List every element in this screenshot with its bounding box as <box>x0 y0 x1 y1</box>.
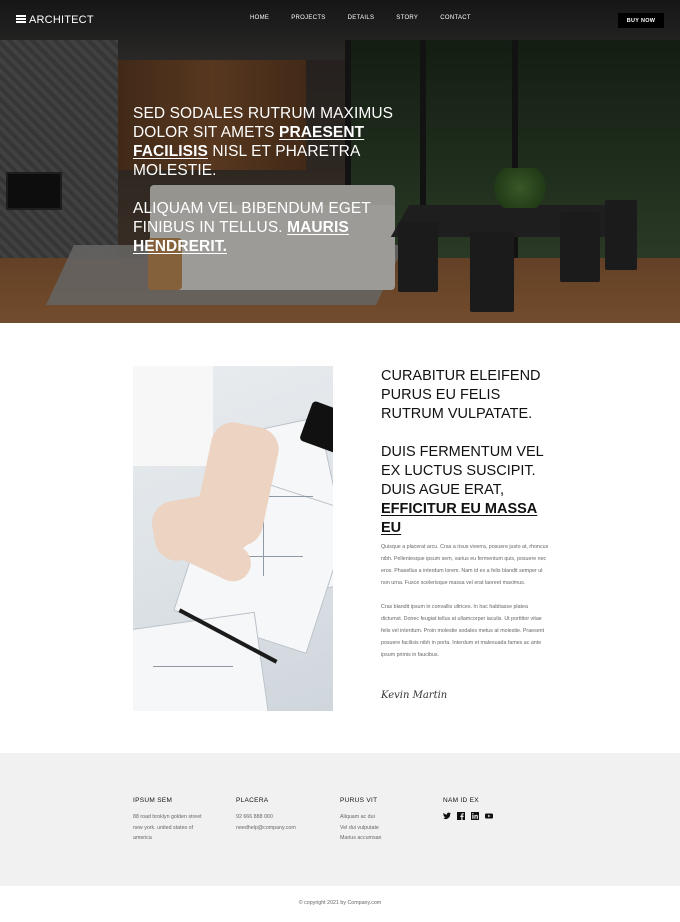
hero-text: SED SODALES RUTRUM MAXIMUS DOLOR SIT AME… <box>133 104 413 275</box>
menu-item-home[interactable]: HOME <box>250 15 269 21</box>
facebook-icon[interactable] <box>457 812 465 820</box>
phone-number[interactable]: 92 666 888 000 <box>236 812 296 823</box>
menu-item-projects[interactable]: PROJECTS <box>291 15 325 21</box>
drawing-line <box>263 516 264 576</box>
architect-drawing-photo <box>133 366 333 711</box>
footer-heading: PURUS VIT <box>340 797 378 804</box>
main-menu: HOME PROJECTS DETAILS STORY CONTACT <box>250 15 493 21</box>
main-link-efficitur[interactable]: EFFICITUR EU MASSA EU <box>381 501 537 536</box>
top-nav: ARCHITECT HOME PROJECTS DETAILS STORY CO… <box>0 0 680 40</box>
youtube-icon[interactable] <box>485 812 493 820</box>
main-heading-2: DUIS FERMENTUM VEL EX LUCTUS SUSCIPIT. D… <box>381 443 556 538</box>
footer-link[interactable]: Aliquam ac dui <box>340 812 382 823</box>
footer-heading: PLACERA <box>236 797 269 804</box>
sketch-paper <box>133 611 270 711</box>
hero-paragraph-2: ALIQUAM VEL BIBENDUM EGET FINIBUS IN TEL… <box>133 199 413 256</box>
linkedin-icon[interactable] <box>471 812 479 820</box>
footer-column-address: IPSUM SEM 88 road broklyn golden street … <box>133 797 202 844</box>
address-line: america <box>133 835 152 841</box>
email-link[interactable]: needhelp@company.com <box>236 823 296 834</box>
footer-link[interactable]: Vel dui vulputate <box>340 823 382 834</box>
body-paragraph-2: Cras blandit ipsum in convallis ultrices… <box>381 604 545 658</box>
footer-heading: NAM ID EX <box>443 797 479 804</box>
footer-column-links: PURUS VIT Aliquam ac dui Vel dui vulputa… <box>340 797 382 844</box>
body-copy: Quisque a placerat arcu. Cras a risus vi… <box>381 541 549 673</box>
building-icon <box>16 15 26 25</box>
twitter-icon[interactable] <box>443 812 451 820</box>
footer: IPSUM SEM 88 road broklyn golden street … <box>0 753 680 886</box>
hero-paragraph-1: SED SODALES RUTRUM MAXIMUS DOLOR SIT AME… <box>133 104 413 180</box>
main-text: CURABITUR ELEIFEND PURUS EU FELIS RUTRUM… <box>381 367 556 557</box>
logo-text: ARCHITECT <box>29 14 94 26</box>
address-line: 88 road broklyn golden street <box>133 814 202 820</box>
body-paragraph-1: Quisque a placerat arcu. Cras a risus vi… <box>381 544 549 586</box>
address-line: new york. united states of <box>133 824 194 831</box>
logo[interactable]: ARCHITECT <box>16 14 94 26</box>
main-heading-1: CURABITUR ELEIFEND PURUS EU FELIS RUTRUM… <box>381 368 541 422</box>
menu-item-story[interactable]: STORY <box>396 15 418 21</box>
footer-link[interactable]: Marius accumsan <box>340 833 382 844</box>
footer-column-social: NAM ID EX <box>443 797 493 820</box>
menu-item-details[interactable]: DETAILS <box>348 15 375 21</box>
menu-item-contact[interactable]: CONTACT <box>440 15 471 21</box>
copyright: © copyright 2021 by Company.com <box>298 900 382 906</box>
main-heading-2-text: DUIS FERMENTUM VEL EX LUCTUS SUSCIPIT. D… <box>381 444 544 498</box>
signature: Kevin Martin <box>381 690 448 701</box>
buy-now-button[interactable]: BUY NOW <box>618 13 664 28</box>
footer-column-contact: PLACERA 92 666 888 000 needhelp@company.… <box>236 797 296 833</box>
social-links <box>443 812 493 820</box>
sleeve <box>133 366 213 466</box>
footer-heading: IPSUM SEM <box>133 797 173 804</box>
drawing-line <box>153 666 233 667</box>
